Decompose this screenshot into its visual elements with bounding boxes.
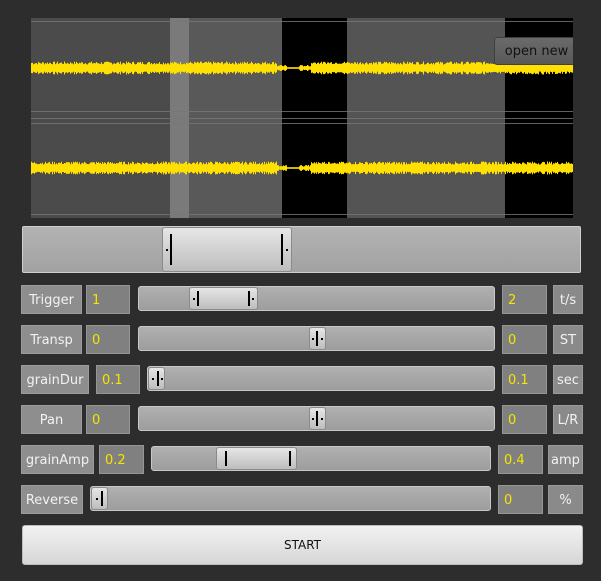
- handle-dot: [286, 248, 288, 251]
- handle-dot: [312, 417, 314, 420]
- transp-handle: [316, 331, 318, 346]
- grainamp-max-handle[interactable]: [289, 451, 291, 466]
- transp-unit: ST: [553, 325, 583, 354]
- granular-sampler-window: open new file Trigger 1 2 t/s Transp 0 0…: [0, 0, 601, 581]
- handle-dot: [152, 377, 154, 380]
- grainamp-slider-thumb[interactable]: [216, 447, 297, 470]
- range-end-handle[interactable]: [281, 234, 283, 265]
- trigger-max-handle[interactable]: [248, 291, 250, 306]
- trigger-label: Trigger: [21, 285, 82, 314]
- grainamp-min-handle[interactable]: [225, 451, 227, 466]
- handle-dot: [96, 497, 98, 500]
- handle-dot: [252, 297, 254, 300]
- pan-min-value[interactable]: 0: [86, 405, 130, 434]
- transp-max-value[interactable]: 0: [502, 325, 547, 354]
- transp-min-value[interactable]: 0: [86, 325, 130, 354]
- start-button[interactable]: START: [22, 525, 583, 565]
- grainamp-slider[interactable]: [151, 446, 491, 471]
- grainamp-min-value[interactable]: 0.2: [99, 445, 144, 474]
- handle-dot: [193, 297, 195, 300]
- reverse-slider[interactable]: [90, 486, 491, 511]
- transp-slider[interactable]: [138, 326, 495, 351]
- reverse-handle: [101, 491, 103, 506]
- graindur-min-value[interactable]: 0.1: [96, 365, 140, 394]
- handle-dot: [312, 337, 314, 340]
- trigger-slider-thumb[interactable]: [189, 287, 258, 310]
- transp-label: Transp: [21, 325, 82, 354]
- open-new-file-button[interactable]: open new file: [494, 37, 573, 65]
- graindur-slider[interactable]: [147, 366, 495, 391]
- handle-dot: [321, 417, 323, 420]
- trigger-slider[interactable]: [138, 286, 495, 311]
- trigger-max-value[interactable]: 2: [502, 285, 547, 314]
- reverse-unit: %: [548, 485, 583, 514]
- graindur-slider-thumb[interactable]: [148, 367, 165, 390]
- range-start-handle[interactable]: [170, 234, 172, 265]
- reverse-value[interactable]: 0: [498, 485, 543, 514]
- transp-slider-thumb[interactable]: [309, 327, 326, 350]
- graindur-max-value[interactable]: 0.1: [502, 365, 547, 394]
- graindur-handle: [157, 371, 159, 386]
- grainamp-max-value[interactable]: 0.4: [498, 445, 543, 474]
- pan-label: Pan: [21, 405, 82, 434]
- pan-max-value[interactable]: 0: [502, 405, 547, 434]
- range-selector-thumb[interactable]: [162, 227, 292, 272]
- waveform-graph: [31, 61, 573, 175]
- pan-handle: [316, 411, 318, 426]
- pan-unit: L/R: [553, 405, 583, 434]
- handle-dot: [161, 377, 163, 380]
- trigger-min-handle[interactable]: [197, 291, 199, 306]
- graindur-unit: sec: [553, 365, 583, 394]
- handle-dot: [321, 337, 323, 340]
- sample-range-selector[interactable]: [22, 226, 581, 273]
- handle-dot: [166, 248, 168, 251]
- grainamp-unit: amp: [548, 445, 583, 474]
- trigger-unit: t/s: [553, 285, 583, 314]
- reverse-slider-thumb[interactable]: [91, 487, 108, 510]
- graindur-label: grainDur: [21, 365, 89, 394]
- pan-slider-thumb[interactable]: [309, 407, 326, 430]
- grainamp-label: grainAmp: [21, 445, 94, 474]
- reverse-label: Reverse: [21, 485, 83, 514]
- pan-slider[interactable]: [138, 406, 495, 431]
- waveform-display[interactable]: open new file: [31, 18, 573, 218]
- trigger-min-value[interactable]: 1: [86, 285, 130, 314]
